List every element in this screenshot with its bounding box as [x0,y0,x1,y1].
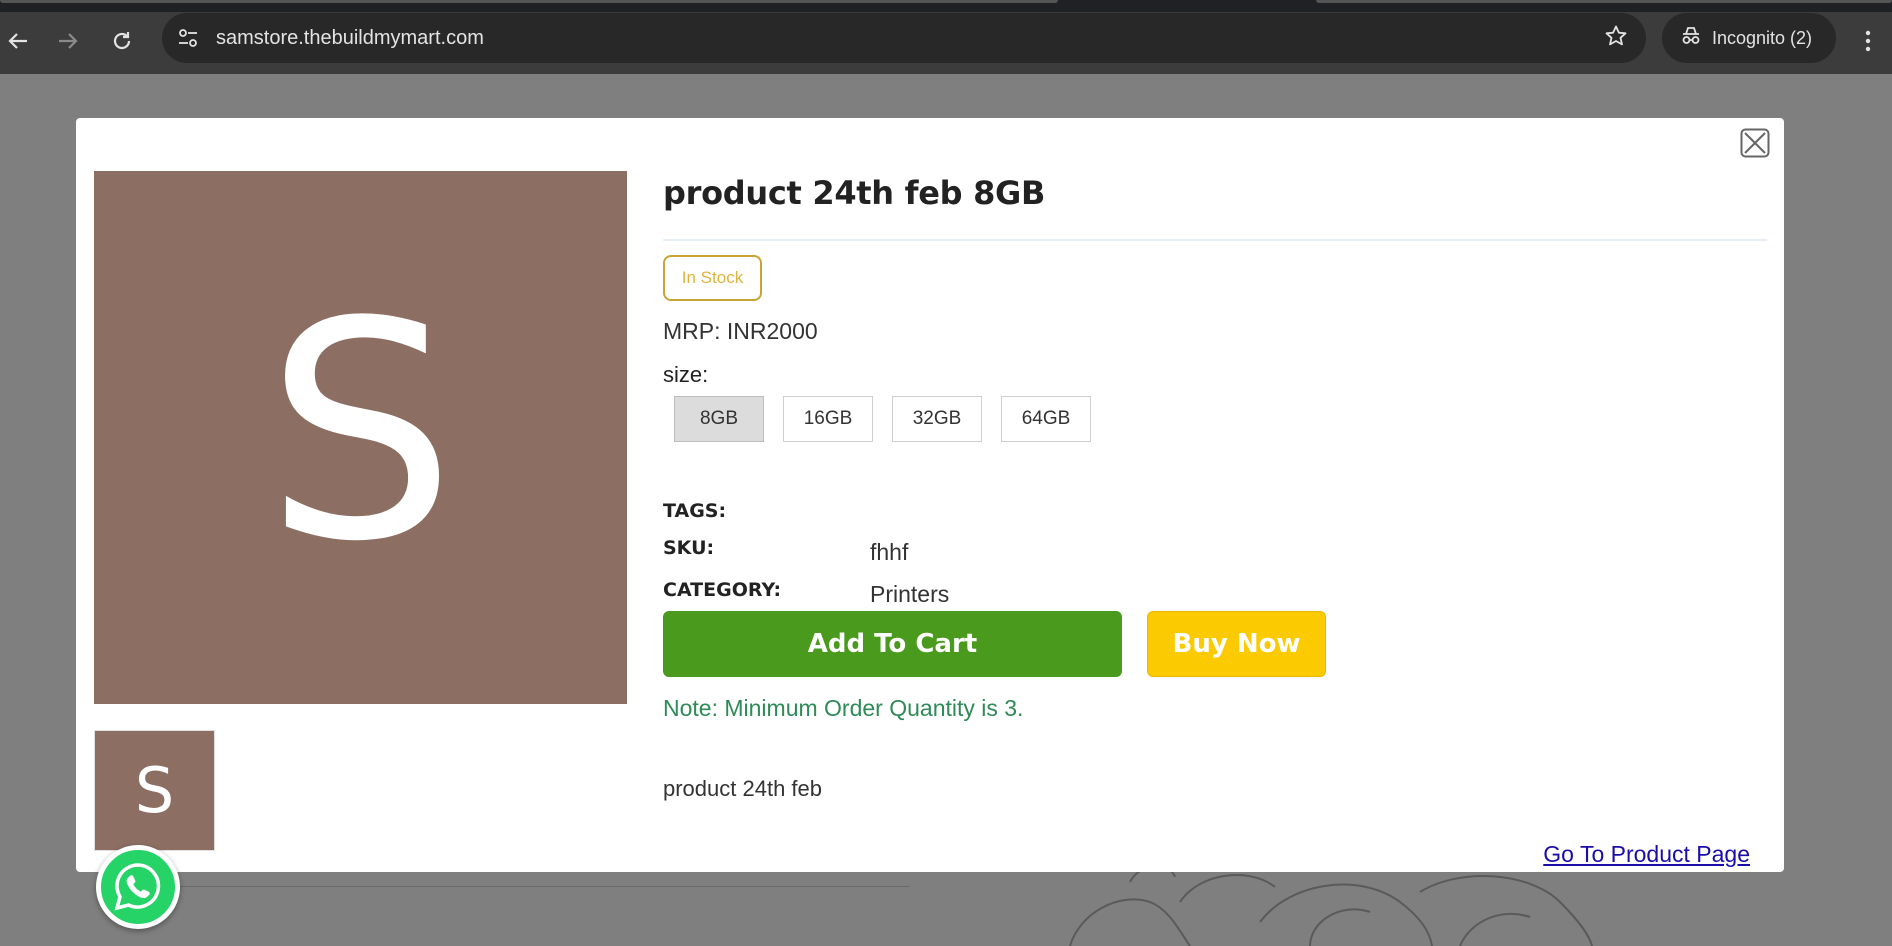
forward-arrow-icon[interactable] [50,23,86,59]
buy-now-button[interactable]: Buy Now [1147,611,1326,677]
mrp-price: MRP: INR2000 [663,318,818,345]
tab-strip [0,0,1892,12]
title-divider [663,239,1767,241]
url-text[interactable]: samstore.thebuildmymart.com [216,27,484,50]
size-option-16gb[interactable]: 16GB [783,396,873,442]
incognito-icon [1680,26,1702,51]
sku-value: fhhf [870,539,909,565]
reload-icon[interactable] [104,23,140,59]
mrp-label: MRP: [663,318,721,344]
mrp-value: INR2000 [726,318,818,344]
thumbnail-letter: S [134,753,175,827]
address-bar[interactable]: samstore.thebuildmymart.com [162,13,1646,63]
star-icon[interactable] [1604,24,1628,55]
product-quick-view-modal: S S product 24th feb 8GB In Stock MRP: I… [76,118,1784,872]
kebab-menu-icon[interactable] [1856,23,1880,59]
product-description: product 24th feb [663,776,823,801]
tags-label: TAGS: [663,500,727,522]
incognito-indicator[interactable]: Incognito (2) [1662,13,1836,63]
sku-label: SKU: [663,537,715,559]
product-thumbnail[interactable]: S [94,730,215,851]
background-divider [180,886,910,887]
size-option-8gb[interactable]: 8GB [674,396,764,442]
size-option-32gb[interactable]: 32GB [892,396,982,442]
product-title: product 24th feb 8GB [663,174,1046,212]
size-options: 8GB 16GB 32GB 64GB [674,396,1110,442]
product-main-image: S [94,171,627,704]
incognito-label: Incognito (2) [1712,27,1813,48]
category-label: CATEGORY: [663,579,782,601]
size-option-64gb[interactable]: 64GB [1001,396,1091,442]
minimum-order-note: Note: Minimum Order Quantity is 3. [663,695,1024,721]
browser-toolbar: samstore.thebuildmymart.com Incognito (2… [0,12,1892,74]
background-illustration [1069,865,1593,946]
product-image-letter: S [265,257,456,607]
product-details: product 24th feb 8GB In Stock MRP: INR20… [663,118,1768,872]
stock-status-badge: In Stock [663,255,762,301]
back-arrow-icon[interactable] [0,23,36,59]
browser-chrome: samstore.thebuildmymart.com Incognito (2… [0,0,1892,74]
size-label: size: [663,362,709,387]
tune-icon[interactable] [172,22,204,54]
tab-indicator[interactable] [0,0,1058,3]
category-value: Printers [870,581,950,607]
add-to-cart-button[interactable]: Add To Cart [663,611,1122,677]
go-to-product-page-link[interactable]: Go To Product Page [1543,841,1750,868]
tab-indicator[interactable] [1316,0,1892,3]
whatsapp-icon[interactable] [96,845,180,929]
